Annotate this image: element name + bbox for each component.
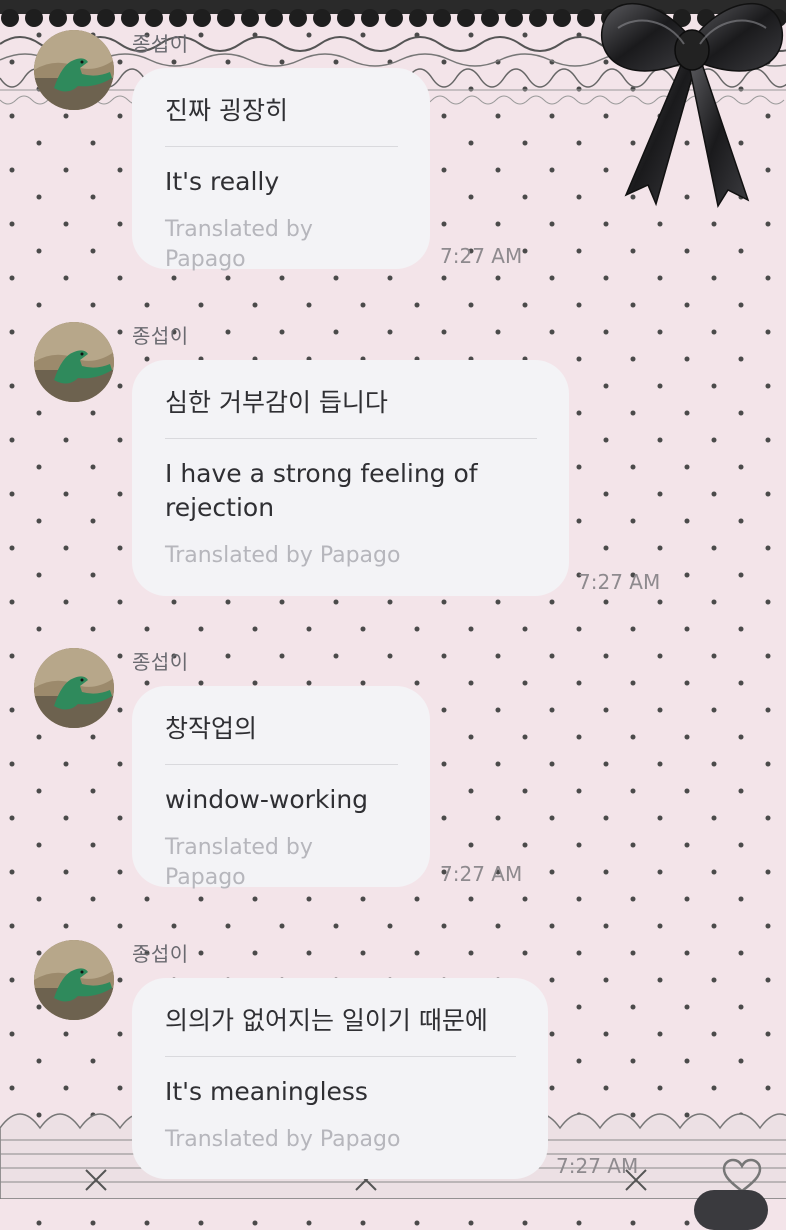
message-bubble[interactable]: 심한 거부감이 듭니다 I have a strong feeling of r… (132, 360, 569, 596)
timestamp: 7:27 AM (440, 862, 523, 886)
heart-outline-icon[interactable] (722, 1158, 762, 1194)
timestamp: 7:27 AM (578, 570, 661, 594)
avatar[interactable] (34, 322, 114, 402)
avatar[interactable] (34, 30, 114, 110)
black-bow-icon (600, 2, 784, 208)
translated-text: I have a strong feeling of rejection (165, 459, 478, 522)
avatar-dinosaur-image (34, 322, 114, 402)
sender-name: 종섭이 (132, 32, 189, 56)
translated-text: It's really (165, 167, 280, 196)
message-bubble[interactable]: 진짜 굉장히 It's really Translated by Papago (132, 68, 430, 272)
original-text: 의의가 없어지는 일이기 때문에 (165, 1004, 516, 1057)
translation-credit: Translated by Papago (165, 543, 401, 568)
avatar[interactable] (34, 940, 114, 1020)
avatar-dinosaur-image (34, 648, 114, 728)
avatar-dinosaur-image (34, 940, 114, 1020)
message-bubble[interactable]: 창작업의 window-working Translated by Papago (132, 686, 430, 890)
sender-name: 종섭이 (132, 324, 189, 348)
translation-credit: Translated by Papago (165, 835, 313, 890)
translation-credit: Translated by Papago (165, 217, 313, 272)
avatar-dinosaur-image (34, 30, 114, 110)
sender-name: 종섭이 (132, 650, 189, 674)
timestamp: 7:27 AM (440, 244, 523, 268)
original-text: 심한 거부감이 듭니다 (165, 386, 537, 439)
timestamp: 7:27 AM (556, 1154, 639, 1178)
original-text: 진짜 굉장히 (165, 94, 398, 147)
sender-name: 종섭이 (132, 942, 189, 966)
translated-text: window-working (165, 785, 369, 814)
translated-text: It's meaningless (165, 1077, 368, 1106)
original-text: 창작업의 (165, 712, 398, 765)
scroll-to-bottom-button[interactable] (694, 1190, 768, 1230)
translation-credit: Translated by Papago (165, 1127, 401, 1152)
message-bubble[interactable]: 의의가 없어지는 일이기 때문에 It's meaningless Transl… (132, 978, 548, 1179)
avatar[interactable] (34, 648, 114, 728)
